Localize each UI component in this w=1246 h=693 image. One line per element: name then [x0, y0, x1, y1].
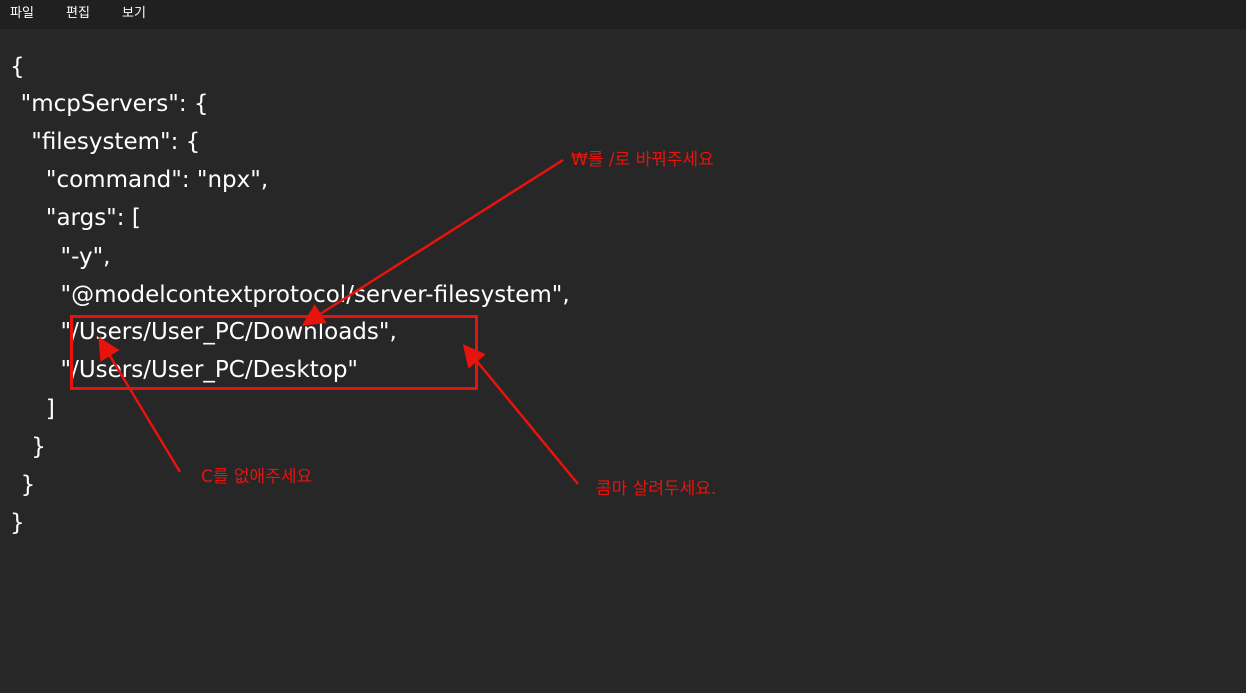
code-line: ] — [2, 396, 55, 422]
code-line: "filesystem": { — [2, 129, 201, 155]
code-line: "@modelcontextprotocol/server-filesystem… — [2, 282, 570, 308]
code-line: "args": [ — [2, 205, 141, 231]
code-line: "command": "npx", — [2, 167, 269, 193]
notepad-window: 파일 편집 보기 { "mcpServers": { "filesystem":… — [0, 0, 1246, 693]
code-line: "/Users/User_PC/Downloads", — [2, 319, 397, 345]
menu-edit[interactable]: 편집 — [66, 5, 90, 23]
code-line: { — [10, 54, 25, 80]
code-line: "/Users/User_PC/Desktop" — [2, 357, 359, 383]
menu-file[interactable]: 파일 — [10, 5, 34, 23]
code-line: "-y", — [2, 244, 111, 270]
menu-bar: 파일 편집 보기 — [0, 0, 1246, 29]
code-line: } — [2, 434, 46, 460]
code-line: } — [10, 510, 25, 536]
menu-view[interactable]: 보기 — [122, 5, 146, 23]
code-line: } — [6, 472, 36, 498]
code-line: "mcpServers": { — [6, 91, 209, 117]
text-editor-area[interactable]: { "mcpServers": { "filesystem": { "comma… — [0, 29, 1246, 693]
